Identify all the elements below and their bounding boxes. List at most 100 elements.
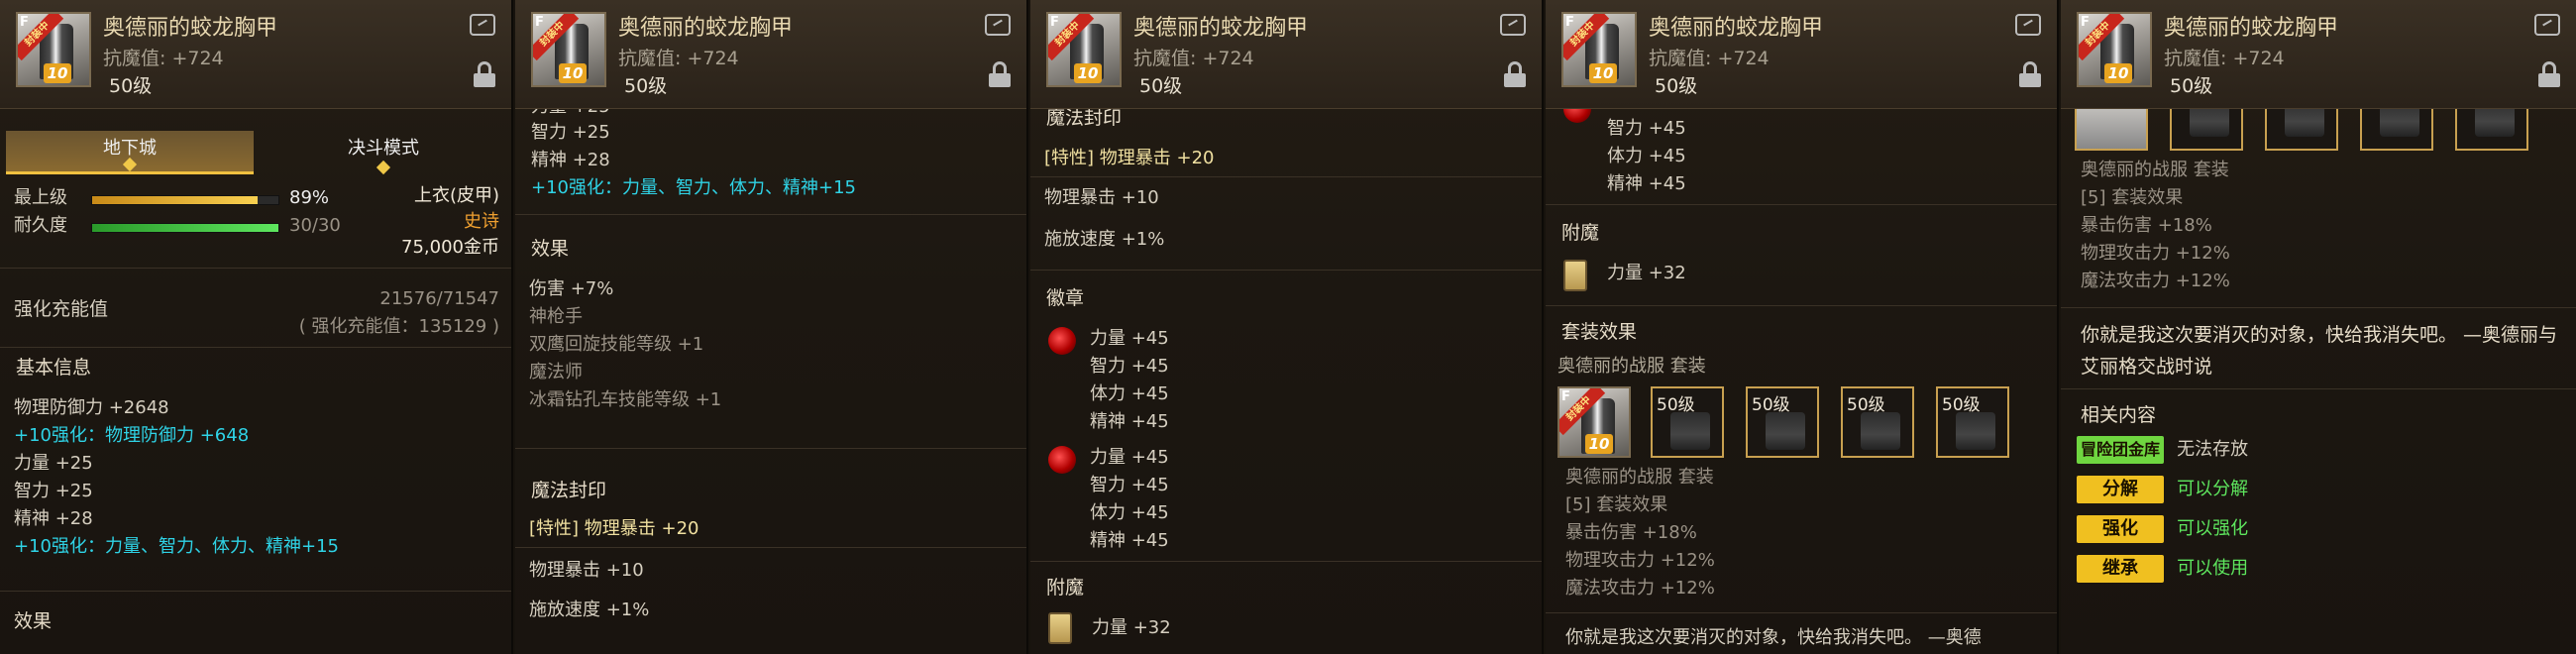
divider [1546, 305, 2057, 306]
armor-icon [1861, 412, 1900, 450]
set-line: 暴击伤害 +18% [2081, 215, 2212, 236]
item-level: 50级 [624, 75, 668, 97]
tooltip-panel-3: 封装中 F 10 奥德丽的蛟龙胸甲 抗魔值: +724 50级 魔法封印 [特性… [1030, 0, 1544, 654]
tab-pvp[interactable]: 决斗模式 [260, 131, 507, 175]
emblem-title: 徽章 [1046, 287, 1085, 309]
tag-disassemble[interactable]: 分解 [2077, 476, 2164, 503]
emblem-line: 智力 +45 [1090, 356, 1169, 377]
tag-enhance[interactable]: 强化 [2077, 515, 2164, 543]
diamond-icon [122, 157, 138, 172]
item-resist: 抗魔值: +724 [1649, 48, 1770, 69]
item-name: 奥德丽的蛟龙胸甲 [618, 16, 794, 41]
grade-tag: F [1565, 15, 1574, 30]
enchant-value: 力量 +32 [1092, 617, 1171, 638]
enchant-card-icon [1048, 612, 1072, 644]
item-name: 奥德丽的蛟龙胸甲 [2164, 16, 2339, 41]
emblem-line: 力量 +45 [1090, 447, 1169, 468]
share-icon[interactable] [985, 14, 1011, 36]
enhance-badge: 10 [2104, 63, 2132, 83]
lock-icon[interactable] [989, 61, 1011, 87]
flavor-quote: 你就是我这次要消灭的对象，快给我消失吧。 —奥德丽与艾丽格交战时说 [2081, 324, 2558, 378]
grade-label: 最上级 [14, 187, 67, 208]
red-emblem-icon [1048, 327, 1076, 355]
set-suffix: 套装 [1669, 356, 1706, 377]
set-slot[interactable]: 50级 [1746, 386, 1819, 458]
set-slot[interactable]: 50级 [1841, 386, 1914, 458]
set-slots: 封装中 F 10 50级 50级 50级 50级 [1557, 386, 2053, 462]
set-name-row: 奥德丽的战服 套装 [1565, 464, 1715, 491]
divider [1546, 204, 2057, 205]
lock-icon[interactable] [2538, 61, 2560, 87]
lock-icon[interactable] [474, 61, 495, 87]
stat-line: 精神 +28 [531, 150, 610, 170]
set-slot[interactable]: 50级 [1651, 386, 1724, 458]
share-icon[interactable] [470, 14, 495, 36]
enchant-title: 附魔 [1046, 577, 1085, 599]
seal-line: 物理暴击 +10 [529, 560, 644, 581]
grade-tag: F [535, 15, 544, 30]
item-thumbnail: 封装中 F 10 [1561, 12, 1637, 87]
stat-line: 智力 +25 [531, 122, 610, 143]
grade-bar [91, 195, 279, 205]
set-name: 奥德丽的战服 [2081, 160, 2188, 180]
item-level: 50级 [2170, 75, 2213, 97]
stat-line: +10强化：力量、智力、体力、精神+15 [14, 536, 339, 557]
set-suffix: 套装 [2193, 160, 2229, 180]
grade-tag: F [1561, 389, 1570, 404]
tag-inherit[interactable]: 继承 [2077, 555, 2164, 583]
grade-tag: F [1050, 15, 1059, 30]
effect-title: 效果 [531, 238, 570, 260]
grade-tag: F [2081, 15, 2090, 30]
stat-line: 物理防御力 +2648 [14, 397, 169, 418]
divider [515, 214, 1026, 215]
red-emblem-icon [1048, 446, 1076, 474]
divider [1546, 612, 2057, 613]
effect-line: 魔法师 [529, 362, 583, 382]
item-thumbnail: 封装中 F 10 [531, 12, 606, 87]
emblem-line: 智力 +45 [1607, 118, 1686, 139]
effect-line: 神枪手 [529, 306, 583, 327]
divider [515, 448, 1026, 449]
seal-trait: [特性] 物理暴击 +20 [1044, 148, 1215, 168]
mode-tabs: 地下城 决斗模式 [6, 131, 507, 175]
share-icon[interactable] [2015, 14, 2041, 36]
related-title: 相关内容 [2081, 404, 2157, 426]
durability-label: 耐久度 [14, 215, 67, 236]
price: 75,000金币 [401, 237, 499, 258]
set-detail: 奥德丽的战服 套装 [5] 套装效果 暴击伤害 +18% 物理攻击力 +12% … [2081, 157, 2230, 295]
set-line: [5] 套装效果 [1565, 494, 1668, 515]
set-slot-current[interactable]: 封装中 F 10 [1557, 386, 1631, 458]
divider [0, 591, 511, 592]
item-level: 50级 [109, 75, 153, 97]
set-slot[interactable]: 50级 [1936, 386, 2009, 458]
enchant-card-icon [1563, 260, 1587, 291]
divider [515, 547, 1026, 548]
set-name-row: 奥德丽的战服 套装 [2081, 157, 2230, 184]
item-resist: 抗魔值: +724 [618, 48, 739, 69]
basic-info-title: 基本信息 [16, 357, 92, 379]
set-line: 魔法攻击力 +12% [2081, 271, 2230, 291]
item-header: 封装中 F 10 奥德丽的蛟龙胸甲 抗魔值: +724 50级 [515, 0, 1026, 109]
tag-guild-vault[interactable]: 冒险团金库 [2077, 436, 2164, 464]
stat-line: 精神 +28 [14, 508, 93, 529]
stat-line: 智力 +25 [14, 481, 93, 501]
effect-line: 冰霜钻孔车技能等级 +1 [529, 389, 722, 410]
item-header: 封装中 F 10 奥德丽的蛟龙胸甲 抗魔值: +724 50级 [1546, 0, 2057, 109]
effect-line: 伤害 +7% [529, 278, 614, 299]
related-status: 可以分解 [2177, 479, 2249, 499]
tab-dungeon[interactable]: 地下城 [6, 131, 254, 174]
tooltip-panel-1: 封装中 F 10 奥德丽的蛟龙胸甲 抗魔值: +724 50级 地下城 决斗模式… [0, 0, 513, 654]
emblem-line: 体力 +45 [1090, 383, 1169, 404]
set-line: 魔法攻击力 +12% [1565, 578, 1715, 599]
lock-icon[interactable] [1504, 61, 1526, 87]
enchant-value: 力量 +32 [1607, 263, 1686, 283]
lock-icon[interactable] [2019, 61, 2041, 87]
enhance-badge: 10 [44, 63, 71, 83]
basic-stats: 物理防御力 +2648 +10强化：物理防御力 +648 力量 +25 智力 +… [14, 394, 339, 561]
share-icon[interactable] [2534, 14, 2560, 36]
item-name: 奥德丽的蛟龙胸甲 [1649, 16, 1824, 41]
divider [1030, 561, 1542, 562]
effect-title: 效果 [14, 610, 53, 632]
set-line: [5] 套装效果 [2081, 187, 2184, 208]
share-icon[interactable] [1500, 14, 1526, 36]
